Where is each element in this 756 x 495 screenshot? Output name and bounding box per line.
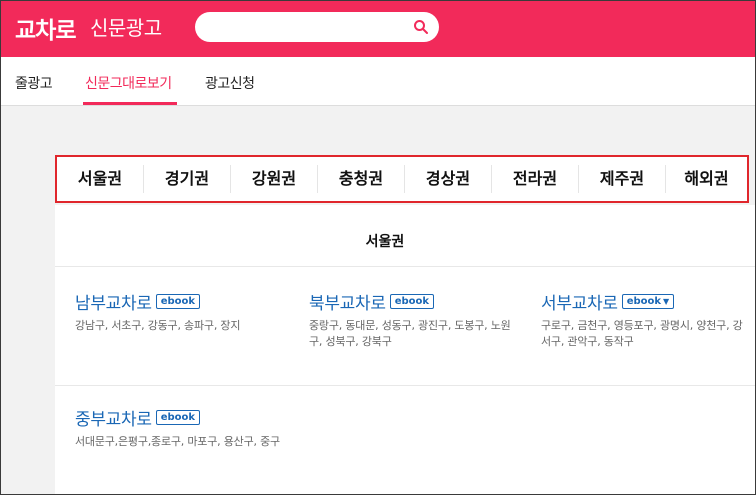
ebook-button[interactable]: ebook: [155, 410, 201, 425]
nav-item-line-ads[interactable]: 줄광고: [15, 73, 53, 93]
region-tab-jeolla[interactable]: 전라권: [492, 157, 578, 201]
nav-item-newspaper-view[interactable]: 신문그대로보기: [85, 73, 172, 93]
paper-card-jungbu: 중부교차로 ebook 서대문구,은평구,종로구, 마포구, 용산구, 중구: [75, 405, 285, 450]
search-icon[interactable]: [413, 19, 429, 35]
ebook-label: ebook: [626, 296, 662, 307]
region-tab-overseas[interactable]: 해외권: [666, 157, 747, 201]
region-tab-chungcheong[interactable]: 충청권: [318, 157, 404, 201]
paper-name-link[interactable]: 중부교차로: [75, 410, 152, 430]
active-nav-underline: [83, 102, 177, 105]
paper-name-link[interactable]: 서부교차로: [541, 294, 618, 314]
region-tabs: 서울권 경기권 강원권 충청권 경상권 전라권 제주권 해외권: [55, 155, 749, 203]
section-divider: [55, 266, 755, 267]
paper-name-link[interactable]: 북부교차로: [309, 294, 386, 314]
main-nav: 줄광고 신문그대로보기 광고신청: [1, 57, 755, 106]
logo[interactable]: 교차로: [15, 11, 76, 45]
ebook-button[interactable]: ebook: [389, 294, 435, 309]
paper-name-link[interactable]: 남부교차로: [75, 294, 152, 314]
paper-card-nambu: 남부교차로 ebook 강남구, 서초구, 강동구, 송파구, 장지: [75, 289, 285, 334]
region-content: 서울권 남부교차로 ebook 강남구, 서초구, 강동구, 송파구, 장지 북부…: [55, 205, 755, 494]
search-input[interactable]: [209, 17, 399, 37]
paper-card-bukbu: 북부교차로 ebook 중랑구, 동대문, 성동구, 광진구, 도봉구, 노원구,…: [309, 289, 519, 350]
page-frame: 교차로 신문광고 줄광고 신문그대로보기 광고신청 서울권 경기권 강원권 충청…: [0, 0, 756, 495]
header: 교차로 신문광고: [1, 1, 755, 57]
paper-areas: 서대문구,은평구,종로구, 마포구, 용산구, 중구: [75, 435, 280, 448]
region-tab-gyeonggi[interactable]: 경기권: [144, 157, 230, 201]
search-box: [195, 12, 439, 42]
paper-areas: 강남구, 서초구, 강동구, 송파구, 장지: [75, 319, 241, 332]
nav-item-ad-request[interactable]: 광고신청: [205, 73, 255, 93]
region-tab-gangwon[interactable]: 강원권: [231, 157, 317, 201]
ebook-button[interactable]: ebook: [155, 294, 201, 309]
caret-down-icon: ▼: [663, 297, 670, 306]
region-tab-jeju[interactable]: 제주권: [579, 157, 665, 201]
paper-areas: 중랑구, 동대문, 성동구, 광진구, 도봉구, 노원구, 성북구, 강북구: [309, 319, 511, 348]
paper-areas: 구로구, 금천구, 영등포구, 광명시, 양천구, 강서구, 관악구, 동작구: [541, 319, 743, 348]
ebook-dropdown-button[interactable]: ebook ▼: [621, 294, 675, 309]
site-subtitle[interactable]: 신문광고: [90, 12, 162, 41]
paper-card-seobu: 서부교차로 ebook ▼ 구로구, 금천구, 영등포구, 광명시, 양천구, 강서…: [541, 289, 751, 350]
section-title: 서울권: [365, 234, 405, 250]
row-divider: [55, 385, 755, 386]
region-tab-gyeongsang[interactable]: 경상권: [405, 157, 491, 201]
region-tab-seoul[interactable]: 서울권: [57, 157, 143, 201]
